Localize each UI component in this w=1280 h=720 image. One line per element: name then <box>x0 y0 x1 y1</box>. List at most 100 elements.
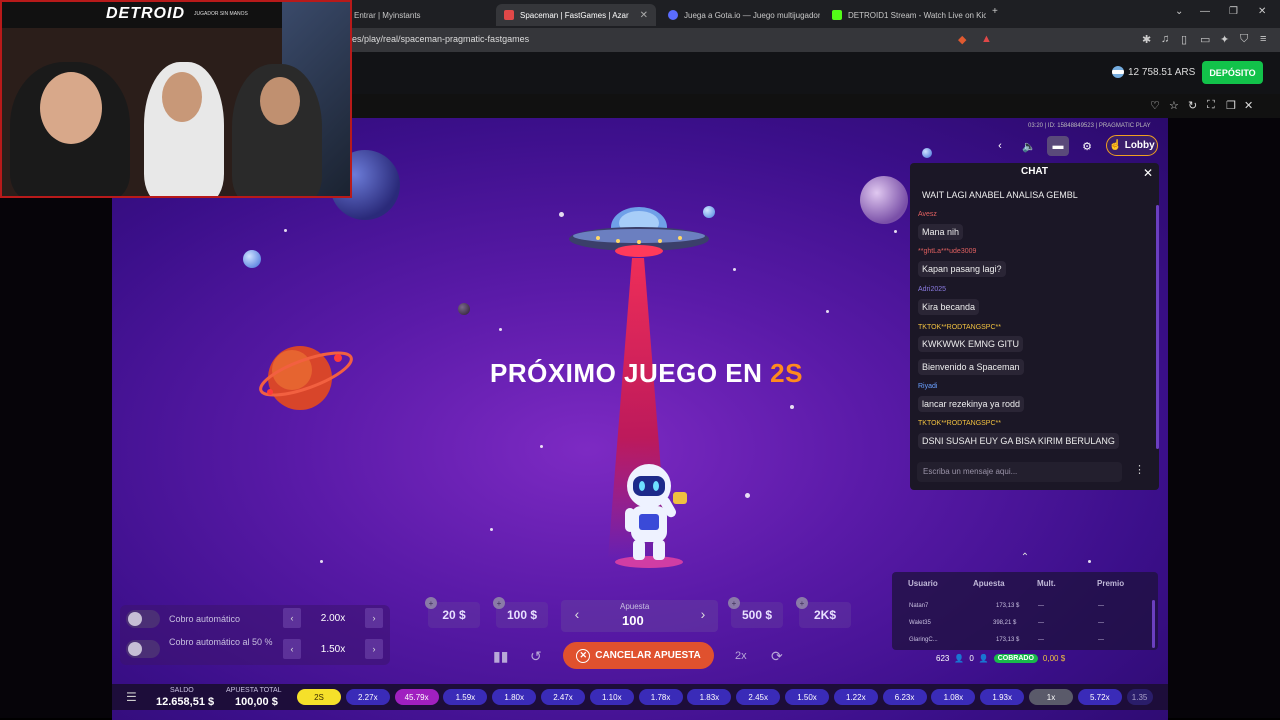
ai-icon[interactable]: ✦ <box>1220 33 1229 46</box>
rewards-icon[interactable]: ▲ <box>981 33 992 45</box>
chat-title: CHAT <box>1020 166 1049 177</box>
brave-shield-icon[interactable]: ◆ <box>958 33 966 46</box>
bet-increase-icon[interactable]: › <box>692 606 714 626</box>
tab-spaceman[interactable]: Spaceman | FastGames | Azar ✕ <box>496 4 656 26</box>
history-multiplier: 1.78x <box>638 689 683 705</box>
lobby-label: Lobby <box>1124 140 1155 151</box>
expand-bets-icon[interactable]: ⌃ <box>1014 552 1036 568</box>
star <box>559 212 564 217</box>
right-margin <box>1168 118 1280 718</box>
chip-add-icon[interactable]: + <box>493 597 505 609</box>
row-mult: — <box>1038 620 1044 626</box>
total-bet-value: 100,00 $ <box>235 696 278 708</box>
left-margin <box>0 118 112 718</box>
tab-label: Juega a Gota.io — Juego multijugador <box>684 10 820 20</box>
sidebar-icon[interactable]: ▯ <box>1181 33 1187 46</box>
media-icon[interactable]: ♫ <box>1161 33 1169 45</box>
casino-favicon-icon <box>504 10 514 20</box>
pink-planet <box>860 176 908 224</box>
row-user: GlaringC... <box>909 637 938 643</box>
chip-add-icon[interactable]: + <box>796 597 808 609</box>
row-user: Walet35 <box>909 620 931 626</box>
history-multiplier: 5.72x <box>1077 689 1122 705</box>
extensions-icon[interactable]: ✱ <box>1142 33 1151 46</box>
increase-icon[interactable]: › <box>365 639 383 659</box>
tab-myinstants[interactable]: Entrar | Myinstants <box>346 4 494 26</box>
history-multiplier: 1.08x <box>931 689 976 705</box>
popout-icon[interactable]: ❐ <box>1226 99 1236 112</box>
cancel-bet-button[interactable]: ✕ CANCELAR APUESTA <box>563 642 714 669</box>
tab-label: Spaceman | FastGames | Azar <box>520 10 629 20</box>
row-bet: 173,13 $ <box>996 637 1020 643</box>
chat-message: KWKWWK EMNG GITU <box>918 336 1023 352</box>
increase-icon[interactable]: › <box>365 608 383 628</box>
minimize-icon[interactable]: — <box>1200 6 1210 17</box>
double-bet-button[interactable]: 2x <box>735 650 747 662</box>
more-options-icon[interactable]: ⋮ <box>1134 463 1145 476</box>
bets-scrollbar[interactable] <box>1152 600 1155 648</box>
vpn-icon[interactable]: ⛉ <box>1240 33 1248 46</box>
star <box>826 310 829 313</box>
sound-icon[interactable]: 🔈 <box>1018 136 1040 156</box>
decrease-icon[interactable]: ‹ <box>283 608 301 628</box>
auto-cashout-value[interactable]: 2.00x <box>321 613 345 624</box>
row-prize: — <box>1098 603 1104 609</box>
chip-add-icon[interactable]: + <box>425 597 437 609</box>
star-icon[interactable]: ☆ <box>1169 99 1179 112</box>
chat-input[interactable]: Escriba un mensaje aqui... <box>917 462 1122 482</box>
new-tab-icon[interactable]: + <box>992 6 998 17</box>
tab-kick[interactable]: DETROID1 Stream - Watch Live on Kick <box>824 4 986 26</box>
heart-icon[interactable]: ♡ <box>1150 99 1160 112</box>
tab-list-icon[interactable]: ⌄ <box>1175 6 1183 17</box>
chat-message: lancar rezekinya ya rodd <box>918 396 1025 412</box>
history-multiplier: 1.50x <box>785 689 829 705</box>
row-mult: — <box>1038 637 1044 643</box>
face <box>260 77 300 125</box>
chat-message: Kapan pasang lagi? <box>918 261 1006 277</box>
cashed-count: 0 <box>969 654 974 663</box>
stats-icon[interactable]: ▮▮ <box>493 648 508 665</box>
close-icon[interactable]: ✕ <box>640 10 648 21</box>
auto-half-toggle[interactable] <box>126 640 160 658</box>
face <box>162 72 202 122</box>
lobby-button[interactable]: ☝ Lobby <box>1106 135 1158 156</box>
window-close-icon[interactable]: ✕ <box>1258 6 1266 17</box>
chip-add-icon[interactable]: + <box>728 597 740 609</box>
menu-icon[interactable]: ≡ <box>1260 33 1266 45</box>
deposit-button[interactable]: DEPÓSITO <box>1202 61 1263 84</box>
bet-decrease-icon[interactable]: ‹ <box>566 606 588 626</box>
decrease-icon[interactable]: ‹ <box>283 639 301 659</box>
tab-gota[interactable]: Juega a Gota.io — Juego multijugador <box>660 4 820 26</box>
chat-close-icon[interactable]: ✕ <box>1143 166 1153 180</box>
auto-half-value[interactable]: 1.50x <box>321 644 345 655</box>
autoplay-icon[interactable]: ⟳ <box>771 648 783 665</box>
undo-icon[interactable]: ↺ <box>530 648 542 665</box>
cancel-label: CANCELAR APUESTA <box>595 650 701 661</box>
stack-icon[interactable]: ☰ <box>126 690 137 704</box>
history-multiplier: 1.35 <box>1126 689 1153 705</box>
history-multiplier: 1.80x <box>492 689 537 705</box>
chat-username: TKTOK**RODTANGSPC** <box>918 420 1001 427</box>
chat-scrollbar[interactable] <box>1156 205 1159 449</box>
chat-toggle-icon[interactable]: ▬ <box>1047 136 1069 156</box>
auto-cashout-toggle[interactable] <box>126 610 160 628</box>
wallet-icon[interactable]: ▭ <box>1200 33 1210 46</box>
back-icon[interactable]: ‹ <box>989 136 1011 156</box>
bet-amount-input[interactable]: 100 <box>622 613 644 628</box>
star <box>490 528 493 531</box>
webcam-overlay: DETROID JUGADOR SIN MANOS <box>0 0 352 198</box>
row-user: Natan7 <box>909 603 929 609</box>
col-header-prize: Premio <box>1097 579 1125 588</box>
streamer-subtitle: JUGADOR SIN MANOS <box>194 11 248 17</box>
star <box>320 560 323 563</box>
chat-username: **ghtLa***ude3009 <box>918 248 977 255</box>
restore-icon[interactable]: ❐ <box>1229 6 1238 17</box>
refresh-icon[interactable]: ↻ <box>1188 99 1197 112</box>
settings-gear-icon[interactable]: ⚙ <box>1076 136 1098 156</box>
close-game-icon[interactable]: ✕ <box>1244 99 1253 112</box>
fullscreen-icon[interactable]: ⛶ <box>1207 99 1215 112</box>
url-field[interactable]: es/play/real/spaceman-pragmatic-fastgame… <box>352 34 529 44</box>
countdown-text: PRÓXIMO JUEGO EN <box>490 358 771 388</box>
star <box>733 268 736 271</box>
auto-cashout-label: Cobro automático <box>169 614 241 624</box>
